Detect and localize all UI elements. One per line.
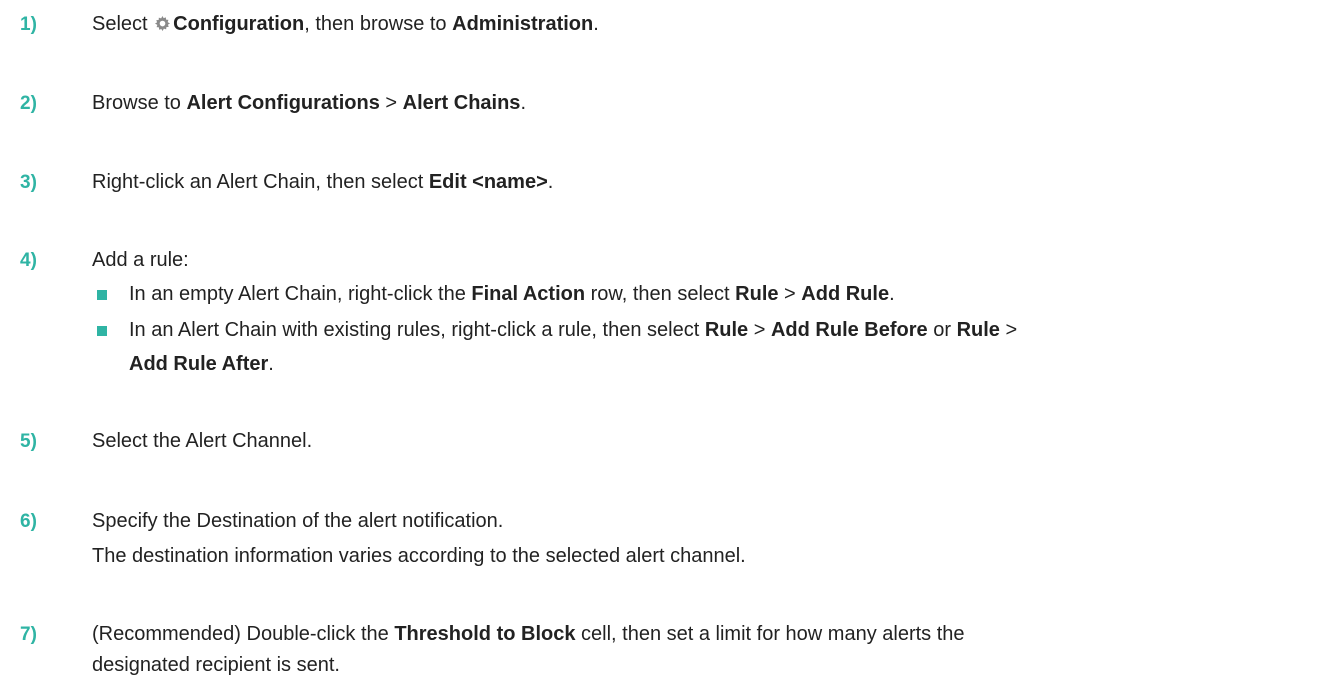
ui-term: Add Rule After xyxy=(129,353,269,375)
ui-term: Rule xyxy=(956,319,1000,341)
ui-term: Add Rule Before xyxy=(770,319,928,341)
step-text: Select Configuration, then browse to Adm… xyxy=(92,11,599,35)
step-text: Right-click an Alert Chain, then select … xyxy=(92,171,554,193)
step-text: (Recommended) Double-click the Threshold… xyxy=(92,623,965,645)
ui-term: Add Rule xyxy=(801,283,890,305)
step-number: 6) xyxy=(20,511,37,532)
ui-term: Administration xyxy=(452,13,594,35)
gear-icon xyxy=(155,11,171,31)
bullet-text: In an empty Alert Chain, right-click the… xyxy=(129,283,895,305)
ui-term: Edit <name> xyxy=(428,171,548,193)
bullet-marker xyxy=(97,326,107,336)
bullet-text: In an Alert Chain with existing rules, r… xyxy=(129,319,1018,341)
step-text: Select the Alert Channel. xyxy=(92,430,313,452)
step-text: Specify the Destination of the alert not… xyxy=(92,510,504,532)
ui-term: Alert Chains xyxy=(402,92,521,114)
step-note: The destination information varies accor… xyxy=(92,545,746,567)
step-number: 2) xyxy=(20,93,37,114)
bullet-marker xyxy=(97,290,107,300)
step-text: Browse to Alert Configurations > Alert C… xyxy=(92,92,526,114)
bullet-text-continued: Add Rule After. xyxy=(129,353,274,375)
instruction-document: 1) Select Configuration, then browse to … xyxy=(0,0,1327,684)
step-number: 3) xyxy=(20,172,37,193)
ui-term: Threshold to Block xyxy=(394,623,576,645)
step-text-continued: designated recipient is sent. xyxy=(92,654,340,676)
step-number: 5) xyxy=(20,431,37,452)
ui-term: Rule xyxy=(704,319,749,341)
ui-term: Configuration xyxy=(173,13,305,35)
step-number: 1) xyxy=(20,14,37,35)
step-number: 7) xyxy=(20,624,37,645)
ui-term: Alert Configurations xyxy=(186,92,380,114)
ui-term: Final Action xyxy=(471,283,586,305)
ui-term: Rule xyxy=(735,283,779,305)
step-number: 4) xyxy=(20,250,37,271)
step-text: Add a rule: xyxy=(92,249,189,271)
